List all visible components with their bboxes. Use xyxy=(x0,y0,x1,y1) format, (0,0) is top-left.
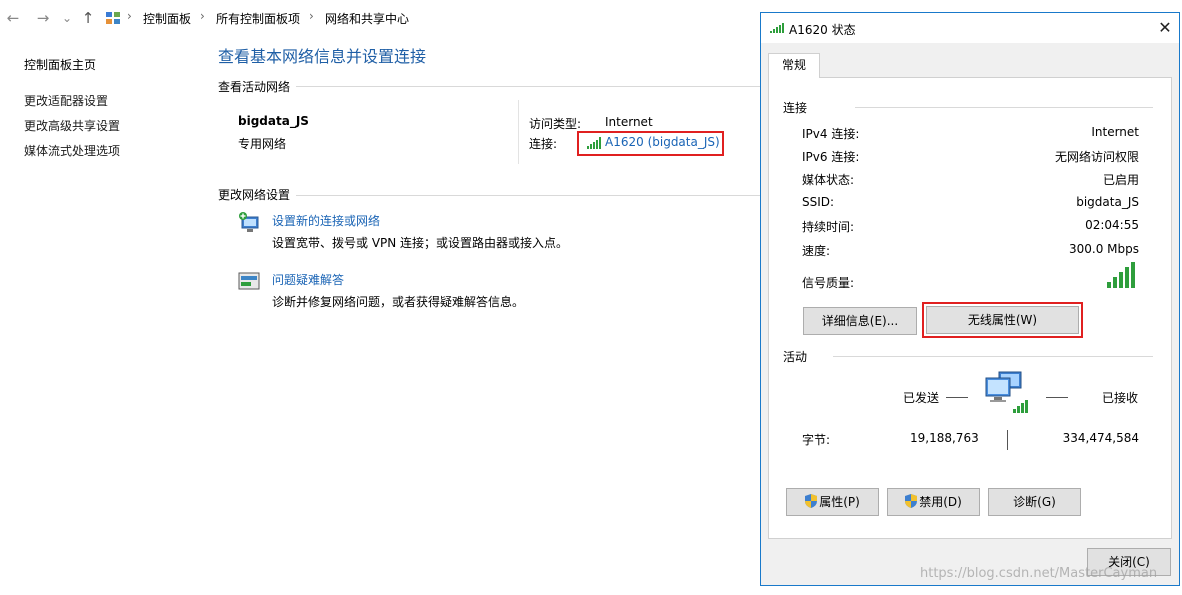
breadcrumb-all-items[interactable]: 所有控制面板项 xyxy=(216,10,300,27)
divider xyxy=(1007,430,1008,450)
details-button[interactable]: 详细信息(E)... xyxy=(803,307,917,335)
network-type: 专用网络 xyxy=(238,137,287,151)
troubleshoot-link[interactable]: 问题疑难解答 xyxy=(272,271,344,288)
diagnose-button[interactable]: 诊断(G) xyxy=(988,488,1081,516)
duration-value: 02:04:55 xyxy=(1085,218,1139,232)
breadcrumb-separator: › xyxy=(127,9,132,23)
bytes-received-value: 334,474,584 xyxy=(1062,431,1139,445)
network-computers-icon xyxy=(985,371,1028,413)
divider xyxy=(218,86,760,87)
nav-media-streaming-options[interactable]: 媒体流式处理选项 xyxy=(24,142,120,159)
nav-change-advanced-sharing[interactable]: 更改高级共享设置 xyxy=(24,117,120,134)
divider xyxy=(833,356,1153,357)
up-arrow-icon[interactable]: ↑ xyxy=(79,9,97,27)
nav-change-adapter-settings[interactable]: 更改适配器设置 xyxy=(24,92,108,109)
status-dialog: A1620 状态 ✕ 常规 连接 IPv4 连接: Internet IPv6 … xyxy=(760,12,1180,586)
connection-group-label: 连接 xyxy=(783,99,812,116)
duration-label: 持续时间: xyxy=(802,220,855,234)
ssid-label: SSID: xyxy=(802,195,835,209)
breadcrumb-control-panel[interactable]: 控制面板 xyxy=(143,10,191,27)
sent-label: 已发送 xyxy=(903,391,940,405)
divider xyxy=(518,100,519,164)
troubleshoot-desc: 诊断并修复网络问题，或者获得疑难解答信息。 xyxy=(272,295,525,309)
access-type-value: Internet xyxy=(605,115,653,129)
properties-button-label: 属性(P) xyxy=(819,495,860,509)
wireless-properties-button[interactable]: 无线属性(W) xyxy=(926,306,1079,334)
tab-general[interactable]: 常规 xyxy=(768,53,820,78)
divider xyxy=(1046,397,1068,398)
ipv4-label: IPv4 连接: xyxy=(802,127,860,141)
signal-bar xyxy=(1107,282,1111,288)
divider xyxy=(946,397,968,398)
uac-shield-icon xyxy=(805,494,818,508)
media-state-label: 媒体状态: xyxy=(802,173,855,187)
dialog-title: A1620 状态 xyxy=(789,23,856,37)
speed-value: 300.0 Mbps xyxy=(1068,242,1139,256)
ipv6-value: 无网络访问权限 xyxy=(1054,150,1139,164)
connection-label: 连接: xyxy=(529,137,558,151)
divider xyxy=(218,195,760,196)
signal-bar xyxy=(1113,277,1117,288)
signal-quality-icon xyxy=(1107,262,1135,288)
breadcrumb-separator: › xyxy=(309,9,314,23)
control-panel-icon xyxy=(106,12,120,24)
setup-new-connection-desc: 设置宽带、拨号或 VPN 连接；或设置路由器或接入点。 xyxy=(272,236,569,250)
ssid-value: bigdata_JS xyxy=(1076,195,1139,209)
back-arrow-icon[interactable]: ← xyxy=(4,9,22,27)
ipv4-value: Internet xyxy=(1091,125,1139,139)
bytes-sent-value: 19,188,763 xyxy=(910,431,979,445)
access-type-label: 访问类型: xyxy=(529,117,582,131)
troubleshoot-icon xyxy=(238,272,260,290)
watermark: https://blog.csdn.net/MasterCayman xyxy=(920,566,1158,581)
divider xyxy=(855,107,1153,108)
breadcrumb-separator: › xyxy=(200,9,205,23)
dialog-title-bar[interactable]: A1620 状态 ✕ xyxy=(761,13,1179,43)
network-name: bigdata_JS xyxy=(238,114,309,128)
activity-group-label: 活动 xyxy=(783,348,812,365)
forward-arrow-icon[interactable]: → xyxy=(34,9,52,27)
connection-link[interactable]: A1620 (bigdata_JS) xyxy=(605,135,720,149)
wifi-signal-icon xyxy=(770,23,784,33)
speed-label: 速度: xyxy=(802,244,831,258)
tab-panel-general: 连接 IPv4 连接: Internet IPv6 连接: 无网络访问权限 媒体… xyxy=(768,77,1172,539)
setup-new-connection-link[interactable]: 设置新的连接或网络 xyxy=(272,212,380,229)
signal-bar xyxy=(1125,267,1129,288)
received-label: 已接收 xyxy=(1102,391,1139,405)
page-title: 查看基本网络信息并设置连接 xyxy=(218,47,427,66)
signal-bar xyxy=(1131,262,1135,288)
active-networks-heading: 查看活动网络 xyxy=(218,78,297,95)
uac-shield-icon xyxy=(905,494,918,508)
ipv6-label: IPv6 连接: xyxy=(802,150,860,164)
breadcrumb-network-center[interactable]: 网络和共享中心 xyxy=(325,10,409,27)
change-network-settings-heading: 更改网络设置 xyxy=(218,186,297,203)
close-icon[interactable]: ✕ xyxy=(1155,18,1175,38)
signal-quality-label: 信号质量: xyxy=(802,276,855,290)
disable-button-label: 禁用(D) xyxy=(919,495,962,509)
signal-bar xyxy=(1119,272,1123,288)
properties-button[interactable]: 属性(P) xyxy=(786,488,879,516)
wifi-signal-icon xyxy=(587,137,601,149)
new-connection-icon xyxy=(239,212,259,232)
media-state-value: 已启用 xyxy=(1102,173,1139,187)
disable-button[interactable]: 禁用(D) xyxy=(887,488,980,516)
address-bar: ← → ⌄ ↑ › 控制面板 › 所有控制面板项 › 网络和共享中心 xyxy=(0,0,760,36)
recent-locations-chevron-icon[interactable]: ⌄ xyxy=(58,9,76,27)
nav-control-panel-home[interactable]: 控制面板主页 xyxy=(24,56,96,73)
bytes-label: 字节: xyxy=(802,433,831,447)
